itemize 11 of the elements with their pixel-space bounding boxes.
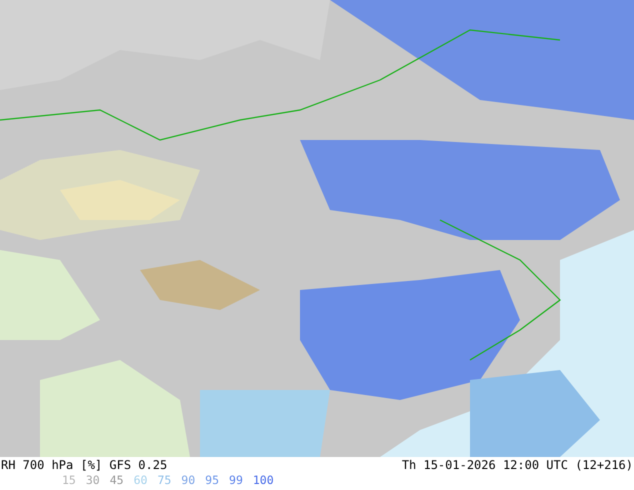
legend-value: 60 bbox=[134, 473, 148, 488]
legend-value: 30 bbox=[86, 473, 100, 488]
legend-value: 45 bbox=[110, 473, 124, 488]
legend-value: 99 bbox=[229, 473, 243, 488]
legend-value: 75 bbox=[157, 473, 172, 488]
legend-value: 15 bbox=[62, 473, 76, 488]
chart-title: RH 700 hPa [%] GFS 0.25 bbox=[1, 457, 168, 473]
legend-value: 90 bbox=[181, 473, 196, 488]
valid-time: Th 15-01-2026 12:00 UTC (12+216) bbox=[402, 457, 633, 473]
legend-value: 95 bbox=[205, 473, 220, 488]
legend-value: 100 bbox=[252, 473, 274, 488]
